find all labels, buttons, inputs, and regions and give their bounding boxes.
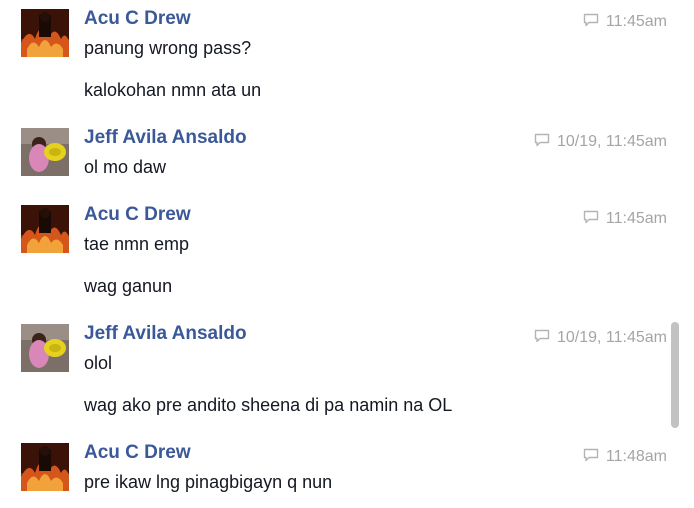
timestamp-text: 11:45am bbox=[605, 210, 667, 227]
sender-name[interactable]: Jeff Avila Ansaldo bbox=[84, 127, 247, 149]
timestamp-text: 10/19, 11:45am bbox=[556, 133, 667, 150]
message-text: kalokohan nmn ata un bbox=[84, 80, 262, 100]
avatar-acu-c-drew[interactable] bbox=[21, 205, 69, 253]
timestamp-text: 11:48am bbox=[605, 448, 667, 465]
message-text: wag ganun bbox=[84, 276, 173, 296]
scrollbar-track[interactable] bbox=[668, 0, 682, 508]
chat-bubble-icon bbox=[583, 210, 599, 231]
sender-name[interactable]: Acu C Drew bbox=[84, 8, 191, 30]
timestamp: 11:45am bbox=[583, 207, 667, 231]
timestamp: 10/19, 11:45am bbox=[534, 326, 667, 350]
chat-bubble-icon bbox=[534, 329, 550, 350]
scrollbar-thumb[interactable] bbox=[671, 322, 679, 428]
message-text: pre ikaw lng pinagbigayn q nun bbox=[84, 472, 333, 492]
timestamp: 11:48am bbox=[583, 445, 667, 469]
timestamp-text: 10/19, 11:45am bbox=[556, 329, 667, 346]
timestamp: 10/19, 11:45am bbox=[534, 130, 667, 154]
sender-name[interactable]: Acu C Drew bbox=[84, 442, 191, 464]
message-text: tae nmn emp bbox=[84, 234, 190, 254]
avatar-jeff-avila-ansaldo[interactable] bbox=[21, 324, 69, 372]
chat-bubble-icon bbox=[583, 448, 599, 469]
message-text: olol bbox=[84, 353, 113, 373]
avatar-acu-c-drew[interactable] bbox=[21, 9, 69, 57]
sender-name[interactable]: Jeff Avila Ansaldo bbox=[84, 323, 247, 345]
avatar-acu-c-drew[interactable] bbox=[21, 443, 69, 491]
message-text: ol mo daw bbox=[84, 157, 167, 177]
timestamp-text: 11:45am bbox=[605, 13, 667, 30]
chat-bubble-icon bbox=[583, 13, 599, 34]
chat-bubble-icon bbox=[534, 133, 550, 154]
avatar-jeff-avila-ansaldo[interactable] bbox=[21, 128, 69, 176]
message-text: panung wrong pass? bbox=[84, 38, 252, 58]
message-text: wag ako pre andito sheena di pa namin na… bbox=[84, 395, 453, 415]
timestamp: 11:45am bbox=[583, 10, 667, 34]
sender-name[interactable]: Acu C Drew bbox=[84, 204, 191, 226]
